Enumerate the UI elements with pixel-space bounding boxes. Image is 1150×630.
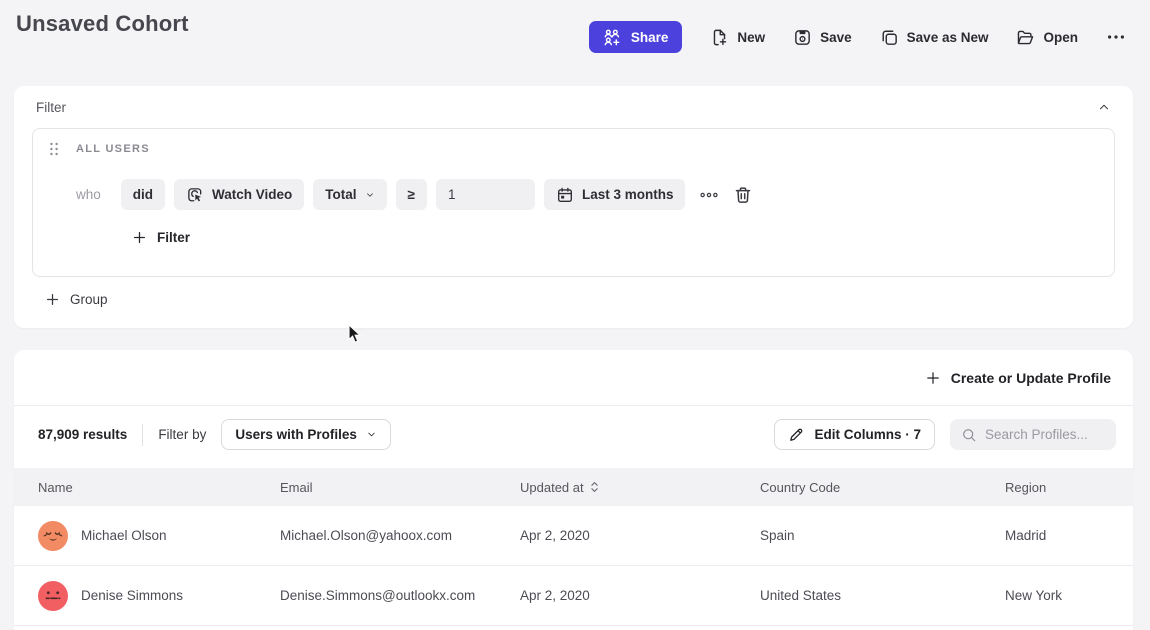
calendar-icon — [556, 186, 574, 204]
event-chip[interactable]: Watch Video — [174, 179, 304, 210]
drag-handle-icon[interactable] — [49, 142, 59, 156]
trash-icon — [733, 185, 753, 205]
filter-panel: Filter ALL USERS who — [14, 86, 1133, 328]
operator-chip[interactable]: ≥ — [396, 179, 427, 210]
plus-icon — [132, 230, 147, 245]
click-event-icon — [186, 186, 204, 204]
avatar — [38, 581, 68, 611]
search-icon — [961, 427, 977, 443]
filter-panel-title: Filter — [36, 100, 66, 115]
filter-by-label: Filter by — [158, 427, 206, 442]
chevron-up-icon — [1097, 100, 1111, 114]
profile-updated-at: Apr 2, 2020 — [520, 528, 760, 543]
create-or-update-profile-button[interactable]: Create or Update Profile — [925, 370, 1111, 386]
save-button[interactable]: Save — [793, 28, 852, 47]
filter-clause-row: who did Watch Video Total — [76, 179, 753, 210]
aggregation-label: Total — [325, 187, 356, 202]
share-label: Share — [631, 30, 669, 45]
page-title: Unsaved Cohort — [16, 11, 189, 37]
plus-icon — [45, 292, 60, 307]
operator-label: ≥ — [408, 187, 415, 202]
cohort-builder-screen: Unsaved Cohort Share New — [0, 0, 1150, 616]
threshold-input[interactable] — [436, 179, 535, 210]
create-or-update-profile-label: Create or Update Profile — [951, 370, 1111, 386]
column-header-name[interactable]: Name — [38, 480, 280, 495]
did-label: did — [133, 187, 153, 202]
results-panel: Create or Update Profile 87,909 results … — [14, 350, 1133, 630]
date-range-label: Last 3 months — [582, 187, 674, 202]
profile-country-code: United States — [760, 588, 1005, 603]
table-header: Name Email Updated at Country Code Regio… — [14, 468, 1133, 506]
column-header-region[interactable]: Region — [1005, 480, 1109, 495]
profile-region: New York — [1005, 588, 1109, 603]
avatar — [38, 521, 68, 551]
save-icon — [793, 28, 812, 47]
profiles-filter-dropdown[interactable]: Users with Profiles — [221, 419, 391, 450]
add-filter-button[interactable]: Filter — [132, 230, 190, 245]
save-as-new-label: Save as New — [907, 30, 989, 45]
profile-row[interactable]: Michael Olson Michael.Olson@yahoox.com A… — [14, 506, 1133, 566]
share-button[interactable]: Share — [589, 21, 683, 53]
group-header: ALL USERS — [49, 142, 150, 156]
name-cell: Michael Olson — [38, 521, 280, 551]
date-range-chip[interactable]: Last 3 months — [544, 179, 686, 210]
create-profile-row: Create or Update Profile — [14, 350, 1133, 406]
profile-email: Michael.Olson@yahoox.com — [280, 528, 520, 543]
add-filter-label: Filter — [157, 230, 190, 245]
more-circles-icon — [699, 185, 719, 205]
plus-icon — [925, 370, 941, 386]
add-group-button[interactable]: Group — [45, 292, 108, 307]
pencil-icon — [788, 426, 805, 443]
collapse-filter-button[interactable] — [1097, 100, 1111, 114]
add-users-icon — [603, 28, 622, 47]
did-chip[interactable]: did — [121, 179, 165, 210]
group-label: ALL USERS — [76, 143, 150, 155]
profile-name: Denise Simmons — [81, 588, 183, 603]
aggregation-dropdown[interactable]: Total — [313, 179, 386, 210]
profile-row[interactable]: Denise Simmons Denise.Simmons@outlookx.c… — [14, 566, 1133, 626]
ellipsis-icon — [1106, 27, 1126, 47]
clause-more-button[interactable] — [699, 185, 719, 205]
chevron-down-icon — [366, 429, 377, 440]
edit-columns-label: Edit Columns · 7 — [814, 427, 921, 442]
column-header-country-code[interactable]: Country Code — [760, 480, 1005, 495]
profile-updated-at: Apr 2, 2020 — [520, 588, 760, 603]
chevron-down-icon — [365, 190, 375, 200]
search-profiles-input[interactable] — [985, 427, 1105, 442]
more-options-button[interactable] — [1106, 27, 1126, 47]
edit-columns-button[interactable]: Edit Columns · 7 — [774, 419, 935, 450]
delete-clause-button[interactable] — [733, 185, 753, 205]
new-label: New — [737, 30, 765, 45]
toolbar: Share New Save — [589, 21, 1126, 53]
cohort-group-card: ALL USERS who did Watch Video — [32, 128, 1115, 277]
event-label: Watch Video — [212, 187, 292, 202]
open-button[interactable]: Open — [1016, 28, 1078, 47]
copy-icon — [880, 28, 899, 47]
file-plus-icon — [710, 28, 729, 47]
results-count: 87,909 results — [38, 427, 127, 442]
folder-open-icon — [1016, 28, 1035, 47]
updated-at-label: Updated at — [520, 480, 584, 495]
profile-email: Denise.Simmons@outlookx.com — [280, 588, 520, 603]
name-cell: Denise Simmons — [38, 581, 280, 611]
sort-icon — [590, 480, 599, 494]
profiles-filter-label: Users with Profiles — [235, 427, 357, 442]
save-as-new-button[interactable]: Save as New — [880, 28, 989, 47]
search-profiles-box — [950, 419, 1116, 450]
new-button[interactable]: New — [710, 28, 765, 47]
add-group-label: Group — [70, 292, 108, 307]
filter-panel-header: Filter — [14, 86, 1133, 128]
save-label: Save — [820, 30, 852, 45]
open-label: Open — [1043, 30, 1078, 45]
column-header-email[interactable]: Email — [280, 480, 520, 495]
profile-region: Madrid — [1005, 528, 1109, 543]
who-label: who — [76, 187, 101, 202]
profile-name: Michael Olson — [81, 528, 167, 543]
divider — [142, 424, 143, 446]
column-header-updated-at[interactable]: Updated at — [520, 480, 760, 495]
results-toolbar: 87,909 results Filter by Users with Prof… — [14, 406, 1133, 463]
profile-country-code: Spain — [760, 528, 1005, 543]
